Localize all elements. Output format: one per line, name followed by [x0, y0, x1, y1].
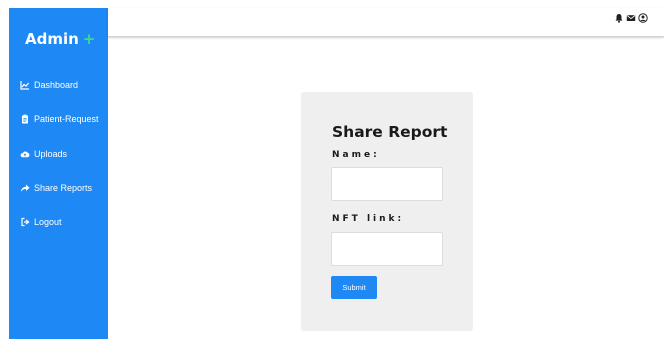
sidebar-item-uploads[interactable]: Uploads: [20, 149, 67, 159]
envelope-icon[interactable]: [626, 13, 636, 23]
sign-out-icon: [20, 217, 30, 227]
sidebar-item-patient-request[interactable]: Patient-Request: [20, 114, 99, 124]
sidebar-item-logout[interactable]: Logout: [20, 217, 62, 227]
brand-logo[interactable]: Admin +: [25, 30, 95, 48]
chart-line-icon: [20, 80, 30, 90]
share-arrow-icon: [20, 183, 30, 193]
cloud-upload-icon: [20, 149, 30, 159]
sidebar-item-label: Uploads: [34, 149, 68, 159]
sidebar-item-share-reports[interactable]: Share Reports: [20, 183, 92, 193]
bell-icon[interactable]: [614, 13, 624, 23]
sidebar-item-label: Share Reports: [34, 183, 93, 193]
brand-plus-icon: +: [82, 30, 96, 48]
sidebar-item-label: Logout: [34, 217, 62, 227]
form-title: Share Report: [332, 123, 448, 141]
sidebar-item-dashboard[interactable]: Dashboard: [20, 80, 78, 90]
sidebar: Admin + Dashboard Patient-Request Uploads…: [9, 8, 108, 339]
share-report-form: Share Report Name: NFT link: Submit: [301, 92, 473, 331]
top-bar: [108, 8, 664, 37]
sidebar-item-label: Dashboard: [34, 80, 79, 90]
nft-link-input[interactable]: [331, 232, 443, 266]
user-circle-icon[interactable]: [638, 13, 648, 23]
brand-name: Admin: [25, 30, 79, 48]
top-bar-icons: [614, 13, 648, 23]
submit-button[interactable]: Submit: [331, 276, 377, 299]
name-input[interactable]: [331, 167, 443, 201]
sidebar-item-label: Patient-Request: [34, 114, 99, 124]
clipboard-icon: [20, 114, 30, 124]
name-label: Name:: [332, 150, 380, 160]
nft-link-label: NFT link:: [332, 214, 405, 224]
